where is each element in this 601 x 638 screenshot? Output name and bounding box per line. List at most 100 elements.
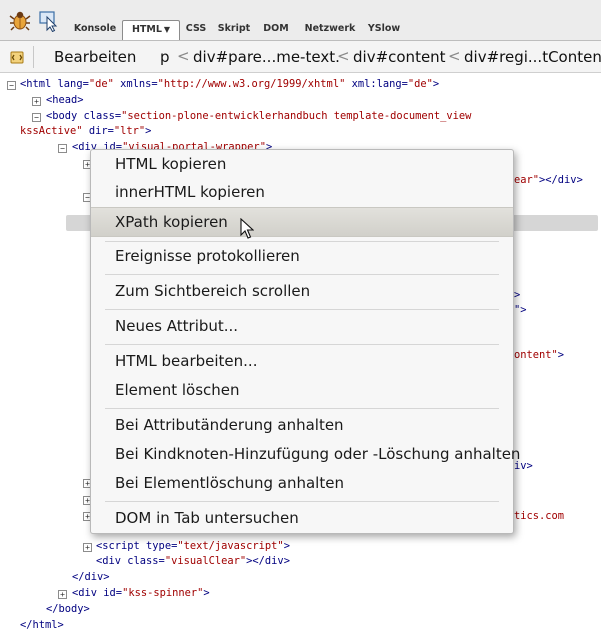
node-fragment: "> bbox=[514, 304, 527, 316]
menu-item-copy-innerhtml[interactable]: innerHTML kopieren bbox=[91, 178, 513, 206]
edit-button[interactable]: Bearbeiten bbox=[54, 48, 136, 66]
menu-item-scroll-into-view[interactable]: Zum Sichtbereich scrollen bbox=[91, 277, 513, 305]
tab-html-label: HTML bbox=[131, 24, 162, 35]
firebug-icon[interactable] bbox=[8, 8, 32, 32]
node-body-continued: kssActive" dir="ltr"> bbox=[20, 124, 151, 140]
html-element-icon bbox=[10, 51, 24, 64]
menu-item-log-events[interactable]: Ereignisse protokollieren bbox=[91, 242, 513, 270]
mouse-cursor-icon bbox=[240, 218, 254, 239]
menu-item-copy-html[interactable]: HTML kopieren bbox=[91, 150, 513, 178]
attr-value: "text/javascript" bbox=[177, 540, 284, 552]
tag-close: ></div> bbox=[539, 174, 583, 186]
menu-item-label: innerHTML kopieren bbox=[115, 183, 265, 201]
context-menu: HTML kopieren innerHTML kopieren XPath k… bbox=[90, 149, 520, 534]
attr-value: kssActive" bbox=[20, 125, 83, 137]
breadcrumb-divider bbox=[33, 46, 34, 68]
menu-separator bbox=[105, 309, 499, 310]
tab-html[interactable]: HTML ▼ bbox=[122, 20, 180, 40]
menu-item-break-child-change[interactable]: Bei Kindknoten-Hinzufügung oder -Löschun… bbox=[91, 440, 520, 468]
tab-konsole[interactable]: Konsole bbox=[72, 20, 118, 38]
tag-name: <body bbox=[46, 110, 84, 122]
breadcrumb-arrow-icon: < bbox=[177, 47, 190, 65]
collapse-toggle-icon[interactable]: − bbox=[32, 113, 41, 122]
attr-value: ontent" bbox=[514, 349, 558, 361]
attr-value: "visualClear" bbox=[164, 555, 247, 567]
tag-close: > bbox=[557, 349, 565, 361]
tab-netzwerk[interactable]: Netzwerk bbox=[302, 20, 358, 38]
node-head[interactable]: <head> bbox=[46, 93, 84, 109]
attr-value: "de" bbox=[88, 78, 114, 90]
menu-item-label: Neues Attribut... bbox=[115, 317, 239, 335]
node-body[interactable]: <body class="section-plone-entwicklerhan… bbox=[46, 109, 471, 125]
menu-item-delete-element[interactable]: Element löschen bbox=[91, 376, 513, 404]
menu-item-label: HTML bearbeiten... bbox=[115, 352, 258, 370]
tab-yslow[interactable]: YSlow bbox=[364, 20, 404, 38]
tab-dom[interactable]: DOM bbox=[260, 20, 292, 38]
breadcrumb-item-region[interactable]: div#regi...tContent bbox=[464, 48, 601, 66]
breadcrumb-item-content[interactable]: div#content bbox=[353, 48, 446, 66]
tab-css[interactable]: CSS bbox=[182, 20, 210, 38]
menu-item-label: Element löschen bbox=[115, 381, 240, 399]
attr-name: class= bbox=[83, 110, 122, 122]
attr-name: dir= bbox=[82, 125, 114, 137]
menu-item-label: XPath kopieren bbox=[115, 213, 228, 231]
menu-item-break-attribute-change[interactable]: Bei Attributänderung anhalten bbox=[91, 411, 513, 439]
breadcrumb-arrow-icon: < bbox=[448, 47, 461, 65]
attr-name: xmlns= bbox=[113, 78, 158, 90]
breadcrumb-arrow-icon: < bbox=[337, 47, 350, 65]
menu-item-break-element-removal[interactable]: Bei Elementlöschung anhalten bbox=[91, 469, 513, 497]
tag-name: <html bbox=[20, 78, 58, 90]
menu-item-label: Zum Sichtbereich scrollen bbox=[115, 282, 311, 300]
menu-separator bbox=[105, 274, 499, 275]
node-close-body: </body> bbox=[46, 603, 90, 615]
node-html[interactable]: <html lang="de" xmlns="http://www.w3.org… bbox=[20, 77, 439, 93]
attr-name: xml:lang= bbox=[345, 78, 408, 90]
menu-separator bbox=[105, 408, 499, 409]
menu-item-label: Ereignisse protokollieren bbox=[115, 247, 300, 265]
menu-item-edit-html[interactable]: HTML bearbeiten... bbox=[91, 347, 513, 375]
node-visual-clear[interactable]: <div class="visualClear"></div> bbox=[96, 554, 290, 570]
attr-value: "kss-spinner" bbox=[122, 587, 204, 599]
expand-toggle-icon[interactable]: + bbox=[32, 97, 41, 106]
tag-name: <div bbox=[96, 555, 128, 567]
tag-name: <div bbox=[72, 587, 104, 599]
node-kss-spinner[interactable]: <div id="kss-spinner"> bbox=[72, 586, 210, 602]
breadcrumb-item-parent[interactable]: div#pare...me-text. bbox=[193, 48, 340, 66]
attr-name: id= bbox=[103, 587, 123, 599]
tag-name: <script bbox=[96, 540, 147, 552]
tag-close: > bbox=[145, 125, 152, 137]
tag-close: ></div> bbox=[246, 555, 290, 567]
attr-value: "de" bbox=[407, 78, 433, 90]
menu-item-label: Bei Kindknoten-Hinzufügung oder -Löschun… bbox=[115, 445, 521, 463]
firebug-toolbar: Konsole HTML ▼ CSS Skript DOM Netzwerk YS… bbox=[0, 0, 601, 41]
attr-value: ear" bbox=[514, 174, 540, 186]
tag-close: > bbox=[203, 587, 210, 599]
menu-item-copy-xpath[interactable]: XPath kopieren bbox=[91, 207, 513, 237]
menu-separator bbox=[105, 344, 499, 345]
expand-toggle-icon[interactable]: + bbox=[58, 590, 67, 599]
node-fragment: tics.com bbox=[514, 510, 565, 522]
expand-toggle-icon[interactable]: + bbox=[83, 543, 92, 552]
menu-item-label: HTML kopieren bbox=[115, 155, 227, 173]
attr-name: lang= bbox=[57, 78, 89, 90]
tag-close: > bbox=[283, 540, 290, 552]
menu-item-inspect-dom-tab[interactable]: DOM in Tab untersuchen bbox=[91, 504, 513, 532]
collapse-toggle-icon[interactable]: − bbox=[58, 144, 67, 153]
node-fragment: ontent"> bbox=[514, 348, 564, 364]
menu-separator bbox=[105, 501, 499, 502]
tab-skript[interactable]: Skript bbox=[216, 20, 252, 38]
menu-item-label: Bei Attributänderung anhalten bbox=[115, 416, 344, 434]
attr-name: type= bbox=[146, 540, 178, 552]
node-fragment: > bbox=[514, 289, 521, 301]
attr-name: class= bbox=[127, 555, 165, 567]
attr-value: "http://www.w3.org/1999/xhtml" bbox=[157, 78, 346, 90]
breadcrumb-item-p[interactable]: p bbox=[160, 48, 170, 66]
node-script[interactable]: <script type="text/javascript"> bbox=[96, 539, 290, 555]
attr-value: "section-plone-entwicklerhandbuch templa… bbox=[121, 110, 472, 122]
chevron-down-icon[interactable]: ▼ bbox=[164, 25, 170, 34]
menu-item-new-attribute[interactable]: Neues Attribut... bbox=[91, 312, 513, 340]
collapse-toggle-icon[interactable]: − bbox=[7, 81, 16, 90]
breadcrumb: Bearbeiten p < div#pare...me-text. < div… bbox=[0, 41, 601, 73]
inspect-icon[interactable] bbox=[38, 10, 60, 32]
attr-value: "ltr" bbox=[113, 125, 146, 137]
